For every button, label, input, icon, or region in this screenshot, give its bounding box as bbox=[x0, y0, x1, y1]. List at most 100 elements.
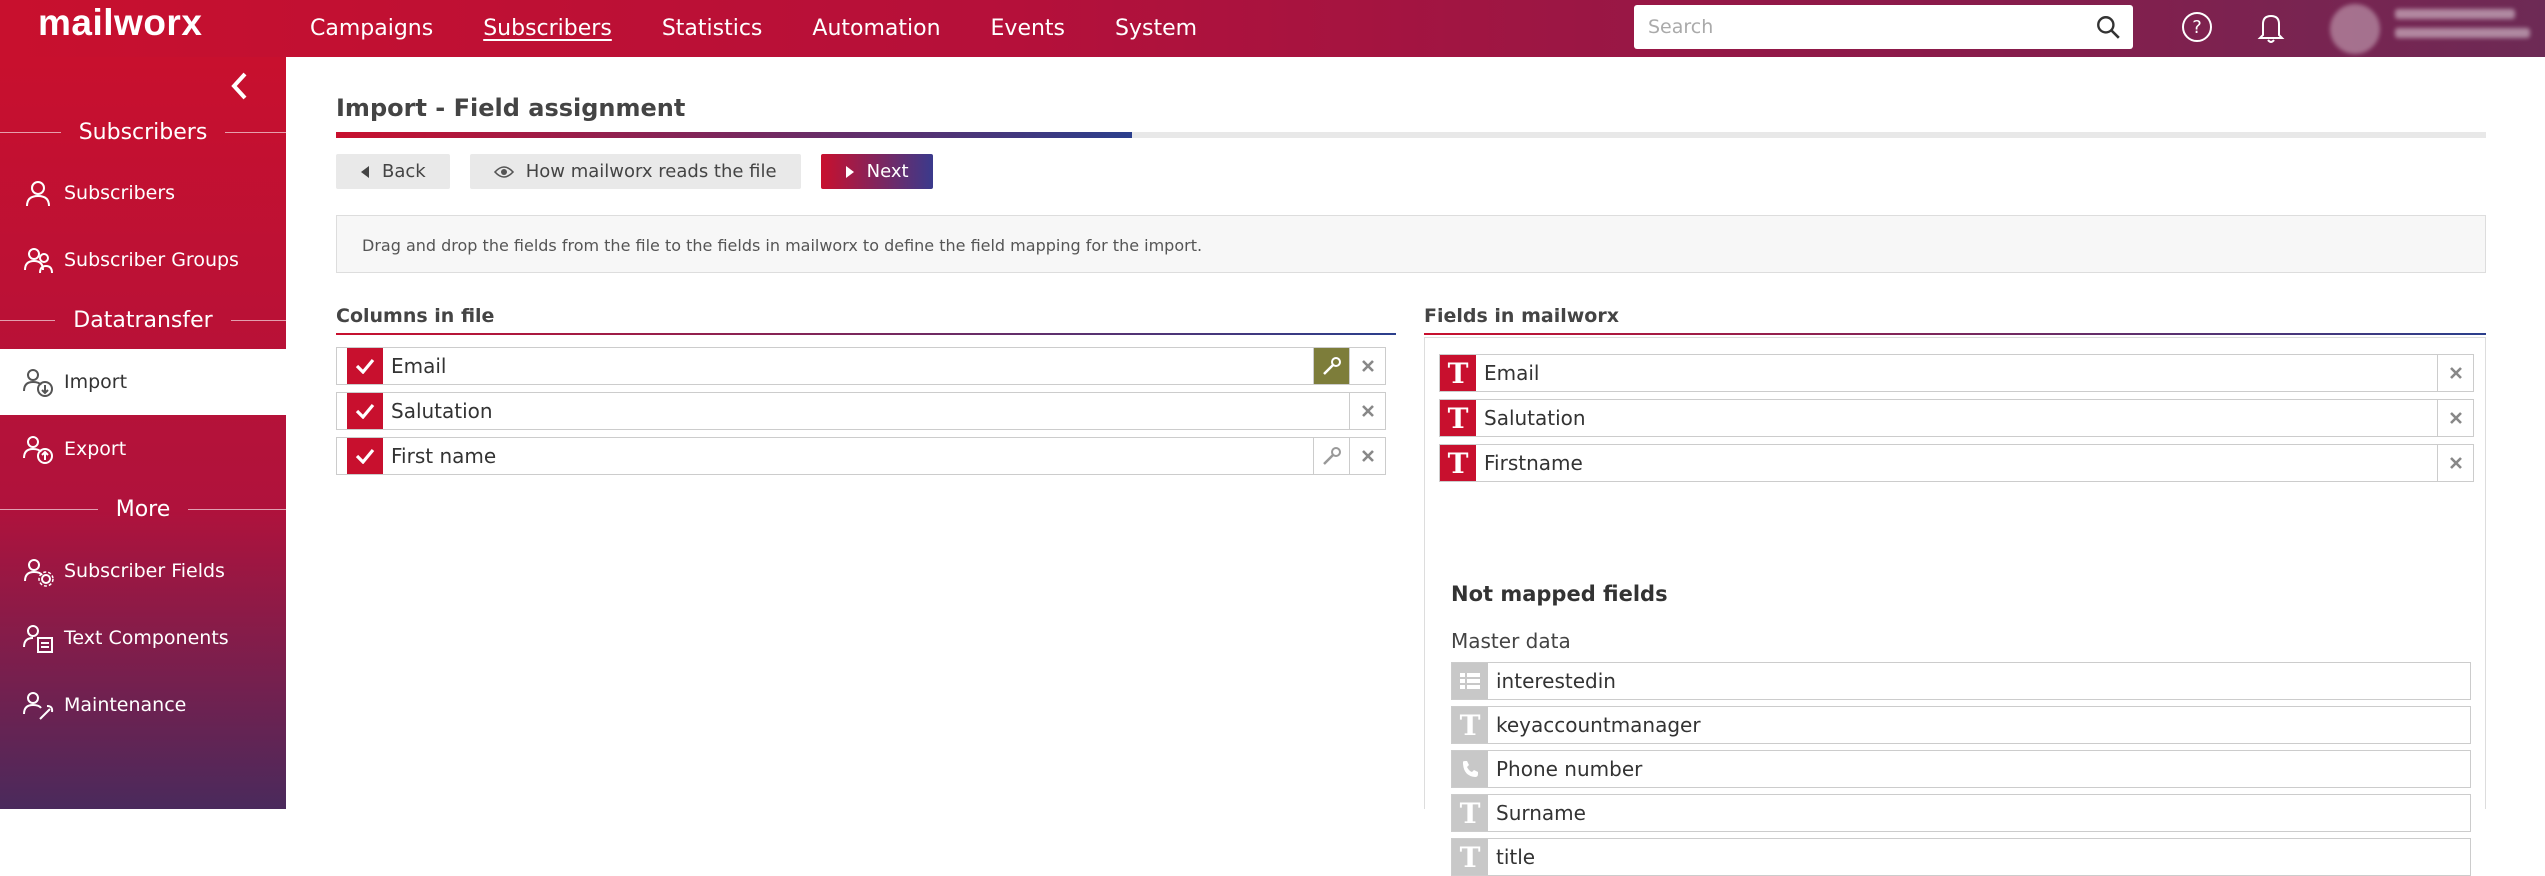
file-column-row[interactable]: First name bbox=[336, 437, 1386, 475]
info-box: Drag and drop the fields from the file t… bbox=[336, 215, 2486, 273]
users-settings-icon bbox=[24, 559, 54, 587]
key-icon[interactable] bbox=[1313, 438, 1349, 474]
progress-bar bbox=[336, 132, 2486, 138]
next-button[interactable]: Next bbox=[820, 154, 933, 189]
search-icon[interactable] bbox=[2095, 14, 2121, 40]
remove-icon[interactable] bbox=[2437, 355, 2473, 391]
top-nav: Campaigns Subscribers Statistics Automat… bbox=[310, 0, 1247, 57]
text-type-icon: T bbox=[1440, 400, 1476, 436]
remove-icon[interactable] bbox=[2437, 400, 2473, 436]
file-column-label: Email bbox=[391, 354, 447, 378]
section-subscribers: Subscribers bbox=[0, 117, 287, 147]
unmapped-field-row[interactable]: Phone number bbox=[1451, 750, 2471, 788]
progress-fill bbox=[336, 132, 1132, 138]
section-datatransfer: Datatransfer bbox=[0, 305, 287, 335]
sidebar-item-label: Subscribers bbox=[64, 182, 176, 204]
sidebar-item-subscribers[interactable]: Subscribers bbox=[0, 160, 286, 226]
sidebar-item-maintenance[interactable]: Maintenance bbox=[0, 672, 286, 738]
text-type-icon: T bbox=[1452, 707, 1488, 743]
search-input[interactable] bbox=[1634, 5, 2074, 49]
list-type-icon bbox=[1452, 663, 1488, 699]
mapped-field-label: Email bbox=[1484, 361, 1540, 385]
collapse-sidebar-icon[interactable] bbox=[226, 69, 252, 103]
unmapped-field-label: Phone number bbox=[1496, 757, 1643, 781]
key-icon[interactable] bbox=[1313, 348, 1349, 384]
nav-campaigns[interactable]: Campaigns bbox=[310, 16, 433, 41]
remove-icon[interactable] bbox=[1349, 438, 1385, 474]
mapped-field-label: Salutation bbox=[1484, 406, 1586, 430]
mapped-field-row[interactable]: T Salutation bbox=[1439, 399, 2474, 437]
columns-heading-text: Columns in file bbox=[336, 305, 495, 327]
file-column-label: Salutation bbox=[391, 399, 493, 423]
sidebar-item-label: Export bbox=[64, 438, 127, 460]
page-title: Import - Field assignment bbox=[336, 94, 686, 122]
nav-automation[interactable]: Automation bbox=[812, 16, 940, 41]
sidebar-item-subscriber-fields[interactable]: Subscriber Fields bbox=[0, 538, 286, 604]
bell-icon[interactable] bbox=[2254, 9, 2288, 45]
sidebar-item-label: Import bbox=[64, 371, 128, 393]
fields-heading-text: Fields in mailworx bbox=[1424, 305, 1619, 327]
check-icon bbox=[347, 348, 383, 384]
remove-icon[interactable] bbox=[1349, 393, 1385, 429]
unmapped-field-label: interestedin bbox=[1496, 669, 1616, 693]
sidebar-item-label: Text Components bbox=[64, 627, 229, 649]
columns-list: Email Salutation First name bbox=[336, 347, 1396, 547]
file-column-label: First name bbox=[391, 444, 497, 468]
nav-events[interactable]: Events bbox=[991, 16, 1066, 41]
unmapped-field-label: keyaccountmanager bbox=[1496, 713, 1701, 737]
nav-system[interactable]: System bbox=[1115, 16, 1197, 41]
not-mapped-title: Not mapped fields bbox=[1451, 582, 1668, 606]
phone-type-icon bbox=[1452, 751, 1488, 787]
master-data-label: Master data bbox=[1451, 629, 1571, 653]
mapped-field-row[interactable]: T Firstname bbox=[1439, 444, 2474, 482]
nav-statistics[interactable]: Statistics bbox=[662, 16, 763, 41]
users-group-icon bbox=[24, 248, 53, 274]
sidebar-item-label: Maintenance bbox=[64, 694, 187, 716]
user-icon bbox=[26, 181, 50, 207]
back-button-label: Back bbox=[382, 161, 426, 182]
unmapped-field-row[interactable]: interestedin bbox=[1451, 662, 2471, 700]
section-title: Subscribers bbox=[78, 119, 208, 145]
maintenance-icon bbox=[23, 692, 54, 720]
caret-right-icon bbox=[845, 165, 854, 178]
unmapped-field-row[interactable]: T title bbox=[1451, 838, 2471, 876]
columns-in-file-heading: Columns in file bbox=[336, 305, 1396, 335]
unmapped-field-label: Surname bbox=[1496, 801, 1586, 825]
text-type-icon: T bbox=[1440, 445, 1476, 481]
section-title: Datatransfer bbox=[73, 307, 213, 333]
section-title: More bbox=[115, 496, 171, 522]
file-column-row[interactable]: Email bbox=[336, 347, 1386, 385]
unmapped-field-row[interactable]: T Surname bbox=[1451, 794, 2471, 832]
how-mailworx-reads-button[interactable]: How mailworx reads the file bbox=[469, 154, 801, 189]
sidebar-item-export[interactable]: Export bbox=[0, 416, 286, 482]
mapped-field-row[interactable]: T Email bbox=[1439, 354, 2474, 392]
nav-subscribers[interactable]: Subscribers bbox=[483, 16, 612, 41]
sidebar-item-text-components[interactable]: Text Components bbox=[0, 605, 286, 671]
back-button[interactable]: Back bbox=[336, 154, 450, 189]
remove-icon[interactable] bbox=[2437, 445, 2473, 481]
sidebar-item-subscriber-groups[interactable]: Subscriber Groups bbox=[0, 227, 286, 293]
help-icon[interactable]: ? bbox=[2180, 10, 2214, 44]
sidebar-item-import[interactable]: Import bbox=[0, 349, 286, 415]
fields-panel: T Email T Salutation T Firstname Not map… bbox=[1424, 337, 2486, 876]
remove-icon[interactable] bbox=[1349, 348, 1385, 384]
main-content: Import - Field assignment Back How mailw… bbox=[286, 57, 2545, 876]
avatar[interactable] bbox=[2330, 4, 2380, 54]
svg-text:?: ? bbox=[2192, 17, 2202, 38]
next-button-label: Next bbox=[866, 161, 909, 182]
import-icon bbox=[23, 369, 53, 397]
check-icon bbox=[347, 438, 383, 474]
logo[interactable]: mailworx bbox=[38, 2, 202, 44]
caret-left-icon bbox=[361, 165, 369, 178]
text-type-icon: T bbox=[1452, 839, 1488, 875]
section-more: More bbox=[0, 494, 287, 524]
export-icon bbox=[23, 436, 53, 464]
user-info-blurred[interactable] bbox=[2395, 9, 2535, 49]
button-row: Back How mailworx reads the file Next bbox=[336, 154, 953, 189]
eye-icon bbox=[493, 165, 514, 178]
sidebar: Subscribers Subscribers Subscriber Group… bbox=[0, 57, 287, 809]
mapped-field-label: Firstname bbox=[1484, 451, 1583, 475]
unmapped-field-row[interactable]: T keyaccountmanager bbox=[1451, 706, 2471, 744]
text-type-icon: T bbox=[1440, 355, 1476, 391]
file-column-row[interactable]: Salutation bbox=[336, 392, 1386, 430]
